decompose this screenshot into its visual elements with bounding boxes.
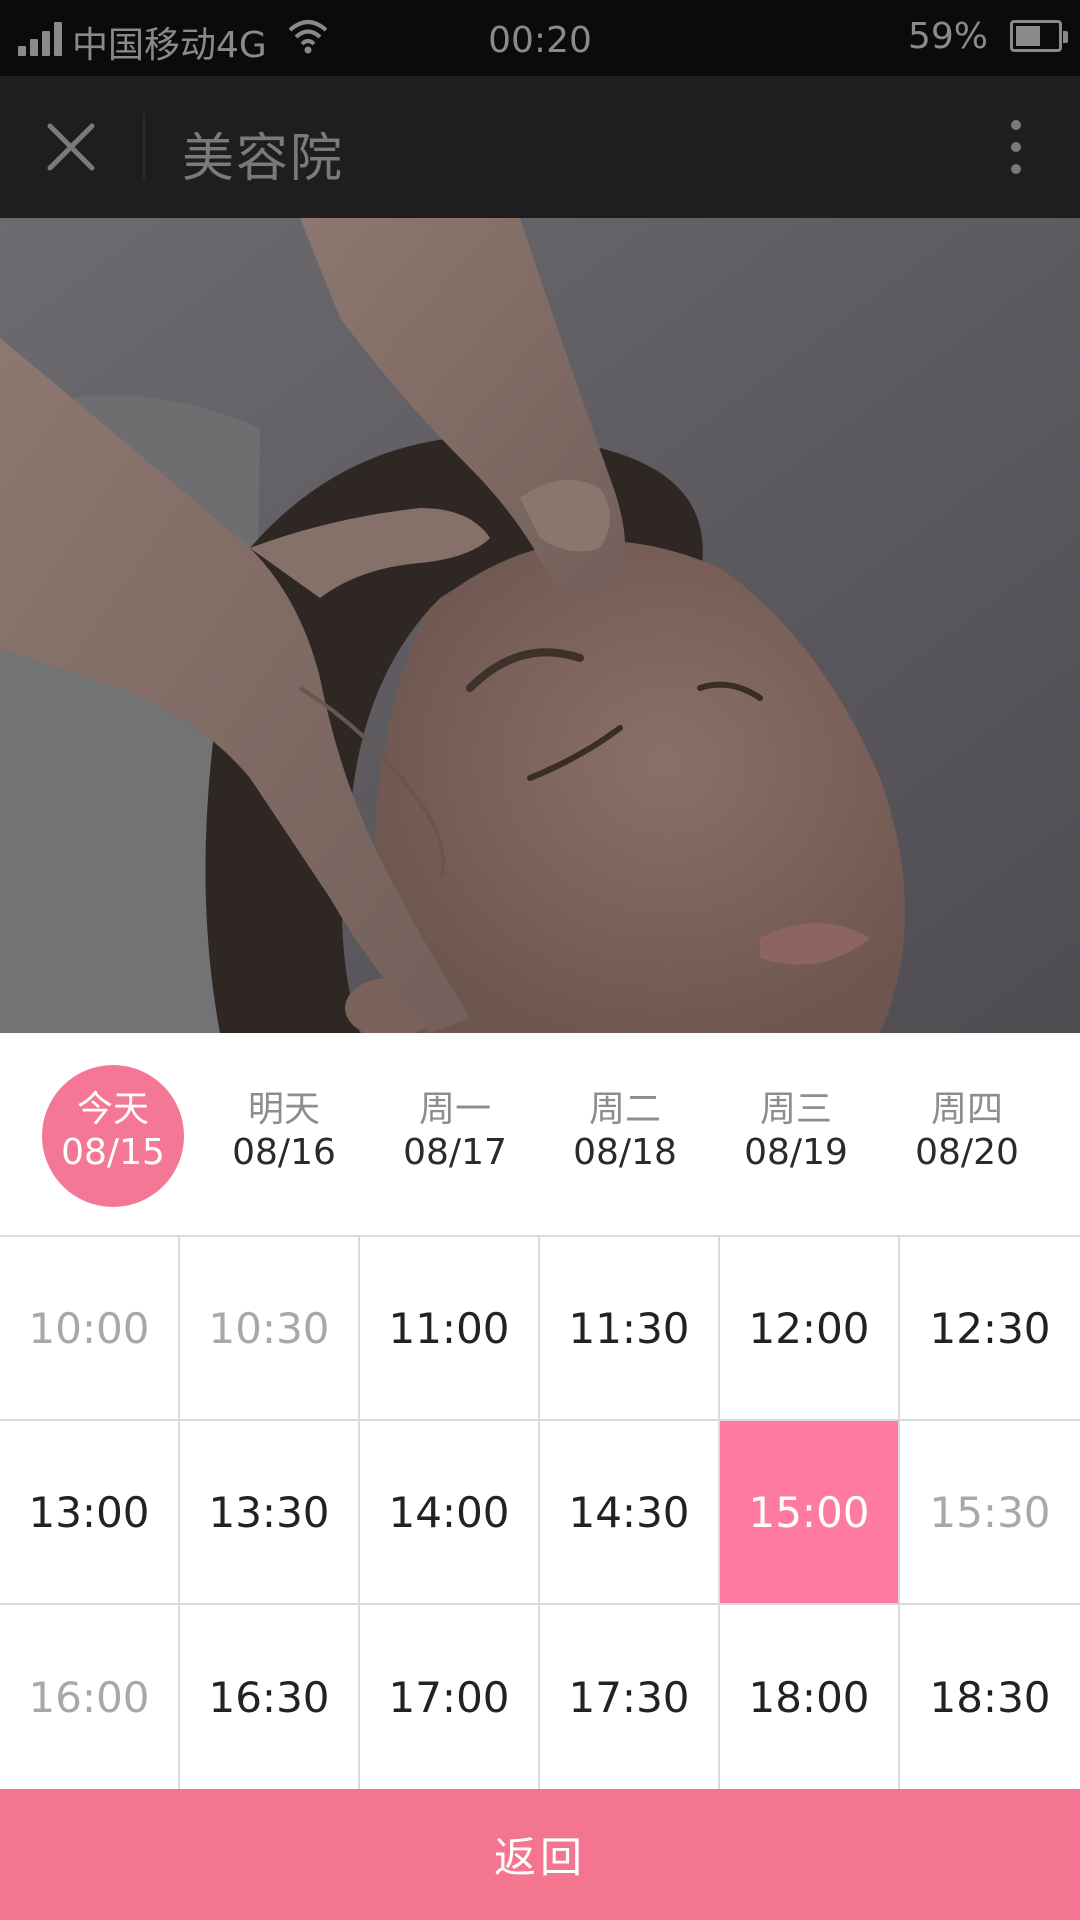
battery-percent: 59% <box>907 16 988 57</box>
date-selector: 今天 08/15 明天 08/16 周一 08/17 周二 08/18 周三 08/19 周四 08/… <box>0 1033 1080 1237</box>
time-slot[interactable]: 18:00 <box>720 1605 900 1789</box>
time-slot[interactable]: 12:30 <box>900 1237 1080 1421</box>
header-divider <box>143 114 145 180</box>
time-slot[interactable]: 13:30 <box>180 1421 360 1605</box>
status-bar: 中国移动4G 00:20 59% <box>0 0 1080 76</box>
time-slot-grid: 10:00 10:30 11:00 11:30 12:00 12:30 13:00 13:30… <box>0 1237 1080 1789</box>
date-value: 08/17 <box>403 1132 507 1173</box>
date-day-label: 周三 <box>759 1089 832 1130</box>
date-item[interactable]: 周二 08/18 <box>554 1065 696 1207</box>
time-slot[interactable]: 11:30 <box>540 1237 720 1421</box>
date-value: 08/18 <box>573 1132 677 1173</box>
date-value: 08/15 <box>61 1132 165 1173</box>
back-button[interactable]: 返回 <box>0 1789 1080 1920</box>
date-item[interactable]: 周三 08/19 <box>725 1065 867 1207</box>
time-slot: 10:00 <box>0 1237 180 1421</box>
time-slot[interactable]: 15:00 <box>720 1421 900 1605</box>
time-slot[interactable]: 16:30 <box>180 1605 360 1789</box>
time-slot: 10:30 <box>180 1237 360 1421</box>
close-icon[interactable] <box>36 112 106 182</box>
date-item[interactable]: 今天 08/15 <box>42 1065 184 1207</box>
app-header: 美容院 <box>0 76 1080 218</box>
date-item[interactable]: 周一 08/17 <box>384 1065 526 1207</box>
hero-image <box>0 218 1080 1033</box>
more-vertical-icon[interactable] <box>996 114 1036 180</box>
date-item[interactable]: 周四 08/20 <box>896 1065 1038 1207</box>
page-title: 美容院 <box>182 129 345 189</box>
time-slot[interactable]: 17:00 <box>360 1605 540 1789</box>
time-slot: 16:00 <box>0 1605 180 1789</box>
date-item[interactable]: 明天 08/16 <box>213 1065 355 1207</box>
battery-icon <box>1010 20 1068 52</box>
time-slot[interactable]: 14:30 <box>540 1421 720 1605</box>
time-slot[interactable]: 14:00 <box>360 1421 540 1605</box>
time-slot[interactable]: 12:00 <box>720 1237 900 1421</box>
date-value: 08/20 <box>915 1132 1019 1173</box>
date-day-label: 周一 <box>418 1089 491 1130</box>
date-value: 08/19 <box>744 1132 848 1173</box>
date-day-label: 周四 <box>930 1089 1003 1130</box>
date-day-label: 周二 <box>588 1089 661 1130</box>
date-value: 08/16 <box>232 1132 336 1173</box>
time-slot: 15:30 <box>900 1421 1080 1605</box>
battery-level <box>1016 26 1040 46</box>
time-slot[interactable]: 11:00 <box>360 1237 540 1421</box>
time-slot[interactable]: 17:30 <box>540 1605 720 1789</box>
date-day-label: 明天 <box>247 1089 320 1130</box>
date-day-label: 今天 <box>76 1089 149 1130</box>
time-slot[interactable]: 13:00 <box>0 1421 180 1605</box>
time-slot[interactable]: 18:30 <box>900 1605 1080 1789</box>
